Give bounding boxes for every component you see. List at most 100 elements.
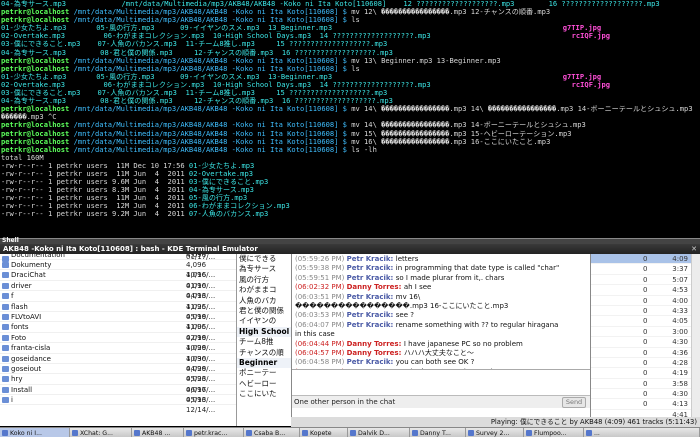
terminal-text: 06-わがままコレクション.mp3 (188, 202, 290, 211)
playlist-length-row[interactable]: 0 4:36 (591, 348, 700, 358)
file-row[interactable]: franta-cisla 4,096 10/30/... (0, 343, 236, 363)
file-name: Install (11, 385, 33, 394)
terminal-text: petrkr@localhost (1, 105, 74, 114)
playlist-title[interactable]: 風の行方 (237, 275, 292, 285)
terminal-text: petrkr@localhost (1, 145, 74, 154)
terminal-line: petrkr@localhost /mnt/data/Multimedia/mp… (1, 105, 700, 113)
track-count: 0 (643, 348, 648, 357)
terminal-line: 04-為专サース.mp3 /mnt/data/Multimedia/mp3/AK… (1, 0, 700, 8)
playlist-length-row[interactable]: 0 4:19 (591, 368, 700, 379)
playlist-title[interactable]: ヘビーロー (237, 379, 292, 389)
terminal-text: petrkr@localhost (1, 16, 74, 25)
playlist-title[interactable]: ポニーテー (237, 368, 292, 378)
file-row[interactable]: i 4,096 12/14/... (0, 395, 236, 414)
taskbar-button[interactable]: AKB48 ... (132, 428, 184, 437)
file-row[interactable]: hry 4,096 06/17/... (0, 374, 236, 394)
file-row[interactable]: Foto 4,096 10/29/... (0, 333, 236, 352)
playlist-length-row[interactable]: 0 4:05 (591, 316, 700, 327)
playlist-length-row[interactable]: 0 4:13 (591, 399, 700, 410)
playlist-length-row[interactable]: 0 3:58 (591, 379, 700, 390)
taskbar-button[interactable]: Flumpoo... (524, 428, 584, 437)
send-button[interactable]: Send (562, 397, 586, 408)
taskbar-button[interactable]: Dalvik D... (348, 428, 410, 437)
track-count: 0 (643, 327, 648, 336)
playlist-title[interactable]: 君と僕の関係 (237, 306, 292, 316)
playlist-title[interactable] (237, 399, 292, 409)
file-row[interactable]: DraciChat 4,096 01/10/... (0, 270, 236, 290)
terminal-output[interactable]: 04-為专サース.mp3 /mnt/data/Multimedia/mp3/AK… (0, 0, 700, 238)
file-row[interactable]: f 4,096 11/25/... (0, 291, 236, 311)
taskbar-button[interactable]: Survey 2... (466, 428, 524, 437)
playlist-title[interactable]: わがままコ (237, 285, 292, 295)
taskbar-button[interactable]: ... (584, 428, 700, 437)
chat-input[interactable] (292, 369, 590, 395)
chat-text: see ? (395, 311, 414, 320)
file-row[interactable]: FLVtoAVI 4,096 11/05/... (0, 312, 236, 331)
track-count: 0 (643, 286, 648, 295)
playlist-title[interactable]: ここにいた (237, 389, 292, 399)
playlist-title[interactable]: Beginner (237, 357, 292, 369)
folder-icon (2, 272, 9, 279)
close-icon[interactable]: ✕ (691, 244, 697, 254)
terminal-text: 03-僕にできること.mp3 07-人魚のバカンス.mp3 11-チーム8推し.… (1, 40, 388, 49)
folder-icon (2, 397, 9, 404)
window-icon (586, 430, 592, 436)
file-row[interactable]: goseidance 4,096 04/29/... (0, 354, 236, 373)
terminal-line: -rw-r--r-- 1 petrkr users 12M Jun 4 2011… (1, 202, 700, 210)
terminal-line: petrkr@localhost /mnt/data/Multimedia/mp… (1, 65, 700, 73)
chat-log: (05:59:26 PM) Petr Kracik: letters (05:59… (292, 254, 592, 369)
taskbar-button[interactable]: Koko ni I... (0, 428, 70, 437)
file-row[interactable]: Install 4,096 05/13/... (0, 385, 236, 404)
terminal-line: 02-Overtake.mp3 06-わがままコレクション.mp3 10-Hig… (1, 32, 700, 40)
playlist-length-row[interactable]: 0 4:33 (591, 306, 700, 317)
track-length: 4:13 (672, 400, 688, 409)
playlist-length-row[interactable]: 0 5:07 (591, 275, 700, 286)
file-name: f (11, 292, 14, 301)
playlist-length-row[interactable]: 0 4:30 (591, 337, 700, 348)
playlist-title[interactable]: イイヤンの (237, 316, 292, 326)
track-length: 3:37 (672, 265, 688, 274)
file-name: goseiout (11, 364, 42, 373)
taskbar-button[interactable]: Danny T... (410, 428, 466, 437)
playlist-length-row[interactable]: 0 4:28 (591, 358, 700, 369)
taskbar-button[interactable]: Kopete (300, 428, 348, 437)
track-count: 0 (643, 338, 648, 347)
chat-text: ah I see (403, 283, 432, 292)
playlist-title[interactable]: 為专サース (237, 264, 292, 274)
terminal-text: rcIQF.jpg (571, 32, 611, 41)
playlist-length-row[interactable]: 0 4:53 (591, 285, 700, 296)
playlist-title[interactable]: 僕にできる (237, 254, 292, 264)
playlist-length-row[interactable]: 0 3:37 (591, 264, 700, 275)
terminal-line: petrkr@localhost /mnt/data/Multimedia/mp… (1, 16, 700, 24)
playlist-title[interactable]: 人魚のバカ (237, 296, 292, 306)
chat-message: (06:02:32 PM) Danny Torres: ah I see (295, 283, 589, 292)
playlist-length-row[interactable]: 0 4:00 (591, 296, 700, 306)
terminal-text: 05-風の行方.mp3 (188, 194, 248, 203)
konsole-title-bar: AKB48 -Koko ni Ita Koto[110608] : bash -… (0, 244, 700, 254)
file-row[interactable]: Dokumenty 4,096 10/16/... (0, 260, 236, 279)
terminal-text: 07-人魚のバカンス.mp3 (188, 210, 269, 219)
playlist-length-row[interactable]: 0 4:09 (591, 254, 700, 265)
file-row[interactable]: driver 4,096 04/13/... (0, 281, 236, 300)
file-row[interactable]: goseiout 4,096 05/23/... (0, 364, 236, 383)
playlist-length-row[interactable]: 0 4:30 (591, 389, 700, 400)
playlist-scrollbar[interactable] (691, 254, 700, 426)
taskbar-button[interactable]: Csaba B... (244, 428, 300, 437)
playlist-title[interactable]: チーム8推 (237, 337, 292, 347)
folder-icon (2, 282, 9, 289)
chat-timestamp: (06:03:53 PM) (295, 311, 347, 320)
chat-timestamp: (06:04:58 PM) (295, 358, 347, 367)
terminal-line: 02-Overtake.mp3 06-わがままコレクション.mp3 10-Hig… (1, 81, 700, 89)
terminal-line: petrkr@localhost /mnt/data/Multimedia/mp… (1, 146, 700, 154)
playlist-title[interactable]: チャンスの順 (237, 348, 292, 358)
shell-tab-label[interactable]: Shell (2, 237, 19, 244)
file-row[interactable]: flash 4,096 05/19/... (0, 302, 236, 321)
file-row[interactable]: fonts 4,096 02/19/... (0, 322, 236, 342)
playlist-length-row[interactable]: 0 3:00 (591, 327, 700, 338)
taskbar-button[interactable]: XChat: G... (70, 428, 132, 437)
playlist-title[interactable]: High School (237, 326, 292, 338)
chat-message: (06:04:57 PM) Danny Torres: ハハハ大丈夫なこと〜 (295, 349, 589, 358)
taskbar-button[interactable]: petr.krac... (184, 428, 244, 437)
playlist-titles: 僕にできる 為专サース 風の行方 わがままコ 人魚のバカ 君と僕の関係 イイヤンの High … (237, 254, 292, 426)
window-icon (246, 430, 252, 436)
